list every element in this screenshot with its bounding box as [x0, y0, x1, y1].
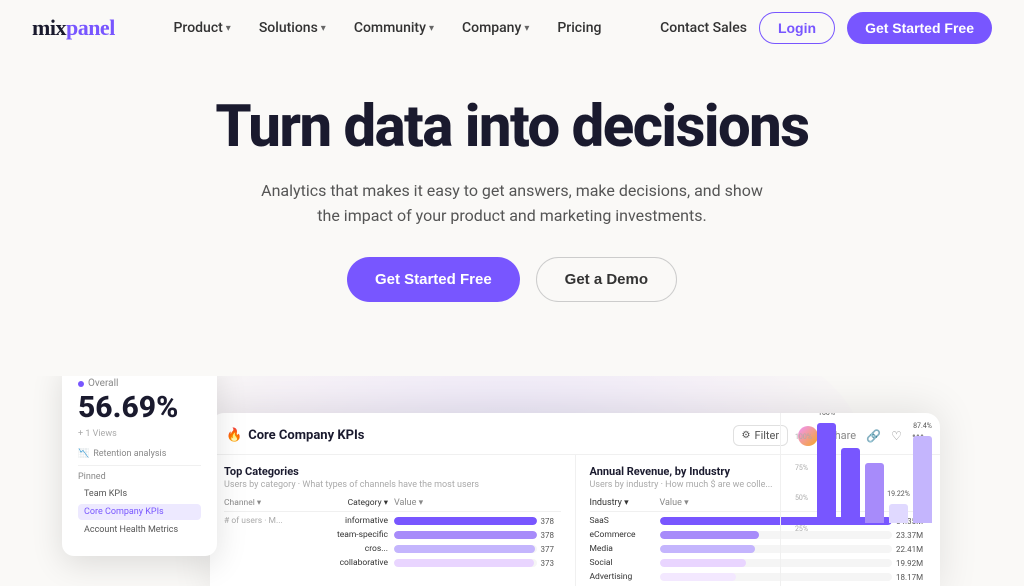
bar-wrap: 87.4% [913, 436, 932, 523]
nav-company[interactable]: Company ▾ [450, 14, 541, 42]
industry-cell: eCommerce [590, 530, 660, 540]
chevron-down-icon: ▾ [429, 23, 434, 34]
bar-pct-label: 100% [818, 413, 835, 417]
table-row: team-specific 378 [224, 530, 561, 540]
divider [78, 465, 201, 466]
get-started-nav-button[interactable]: Get Started Free [847, 12, 992, 44]
get-demo-button[interactable]: Get a Demo [536, 257, 677, 302]
small-metric-card: Overall 56.69% + 1 Views 📉 Retention ana… [62, 376, 217, 556]
chevron-down-icon: ▾ [524, 23, 529, 34]
metric-value: 56.69% [78, 393, 201, 423]
bar: 100% [817, 423, 836, 523]
nav-pricing[interactable]: Pricing [545, 14, 613, 42]
nav-product[interactable]: Product ▾ [162, 14, 243, 42]
overall-label: Overall [78, 378, 201, 389]
nav-right: Contact Sales Login Get Started Free [660, 12, 992, 44]
channel-cell: # of users · M... [224, 516, 314, 526]
filter-icon: ⚙ [742, 430, 751, 441]
contact-sales-link[interactable]: Contact Sales [660, 20, 747, 36]
bar-wrap [865, 463, 884, 523]
retention-row: 📉 Retention analysis [78, 449, 201, 459]
category-cell: cros... [314, 544, 394, 554]
table-row: cros... 377 [224, 544, 561, 554]
dashboard-preview: Overall 56.69% + 1 Views 📉 Retention ana… [0, 376, 1024, 586]
col-header-category[interactable]: Category ▾ [314, 498, 394, 508]
card-title: 🔥 Core Company KPIs [226, 428, 364, 443]
hero-subheadline: Analytics that makes it easy to get answ… [252, 178, 772, 229]
hero-buttons: Get Started Free Get a Demo [20, 257, 1004, 302]
table-row: collaborative 373 [224, 558, 561, 568]
value-cell: 378 [394, 531, 561, 540]
hero-headline: Turn data into decisions [20, 96, 1004, 160]
main-dashboard-card: 🔥 Core Company KPIs ⚙ Filter Share 🔗 ♡ •… [210, 413, 940, 586]
nav-community[interactable]: Community ▾ [342, 14, 446, 42]
chevron-down-icon: ▾ [226, 23, 231, 34]
left-panel-title: Top Categories [224, 465, 561, 478]
bar [841, 448, 860, 523]
bar-chart-panel: 100% 75% 50% 25% 100%19.22%87.4% [780, 413, 940, 586]
value-cell: 373 [394, 559, 561, 568]
nav-solutions[interactable]: Solutions ▾ [247, 14, 338, 42]
navigation: mixpanel Product ▾ Solutions ▾ Community… [0, 0, 1024, 56]
industry-cell: Advertising [590, 572, 660, 582]
bar: 19.22% [889, 504, 908, 523]
left-panel: Top Categories Users by category · What … [210, 455, 576, 586]
bar-pct-label: 87.4% [913, 422, 932, 430]
col-header-value[interactable]: Value ▾ [394, 498, 561, 508]
bar-wrap: 100% [817, 423, 836, 523]
dot-icon [78, 381, 84, 387]
nav-links: Product ▾ Solutions ▾ Community ▾ Compan… [162, 14, 614, 42]
get-started-button[interactable]: Get Started Free [347, 257, 520, 302]
list-item-active[interactable]: Core Company KPIs [78, 504, 201, 520]
industry-cell: Media [590, 544, 660, 554]
col-header-channel[interactable]: Channel ▾ [224, 498, 314, 508]
left-panel-subtitle: Users by category · What types of channe… [224, 480, 561, 490]
login-button[interactable]: Login [759, 12, 835, 44]
list-item[interactable]: Team KPIs [78, 486, 201, 502]
chevron-down-icon: ▾ [321, 23, 326, 34]
pinned-label: Pinned [78, 472, 201, 482]
r-col-header-industry[interactable]: Industry ▾ [590, 498, 660, 508]
left-table: # of users · M... informative 378 team-s… [224, 516, 561, 568]
card-panels: Top Categories Users by category · What … [210, 455, 940, 586]
fire-icon: 🔥 [226, 428, 242, 443]
value-cell: 377 [394, 545, 561, 554]
list-item[interactable]: Account Health Metrics [78, 522, 201, 538]
bar-pct-label: 19.22% [887, 490, 910, 498]
industry-cell: Social [590, 558, 660, 568]
bar [865, 463, 884, 523]
value-cell: 378 [394, 517, 561, 526]
industry-cell: SaaS [590, 516, 660, 526]
table-header: Channel ▾ Category ▾ Value ▾ [224, 498, 561, 512]
logo[interactable]: mixpanel [32, 15, 115, 41]
hero-section: Turn data into decisions Analytics that … [0, 56, 1024, 322]
category-cell: team-specific [314, 530, 394, 540]
category-cell: informative [314, 516, 394, 526]
bar: 87.4% [913, 436, 932, 523]
bar-wrap: 19.22% [889, 504, 908, 523]
y-axis-labels: 100% 75% 50% 25% [795, 433, 812, 533]
category-cell: collaborative [314, 558, 394, 568]
metric-sub: + 1 Views [78, 429, 201, 439]
table-row: # of users · M... informative 378 [224, 516, 561, 526]
bar-chart: 100% 75% 50% 25% 100%19.22%87.4% [789, 423, 932, 533]
bar-wrap [841, 448, 860, 523]
